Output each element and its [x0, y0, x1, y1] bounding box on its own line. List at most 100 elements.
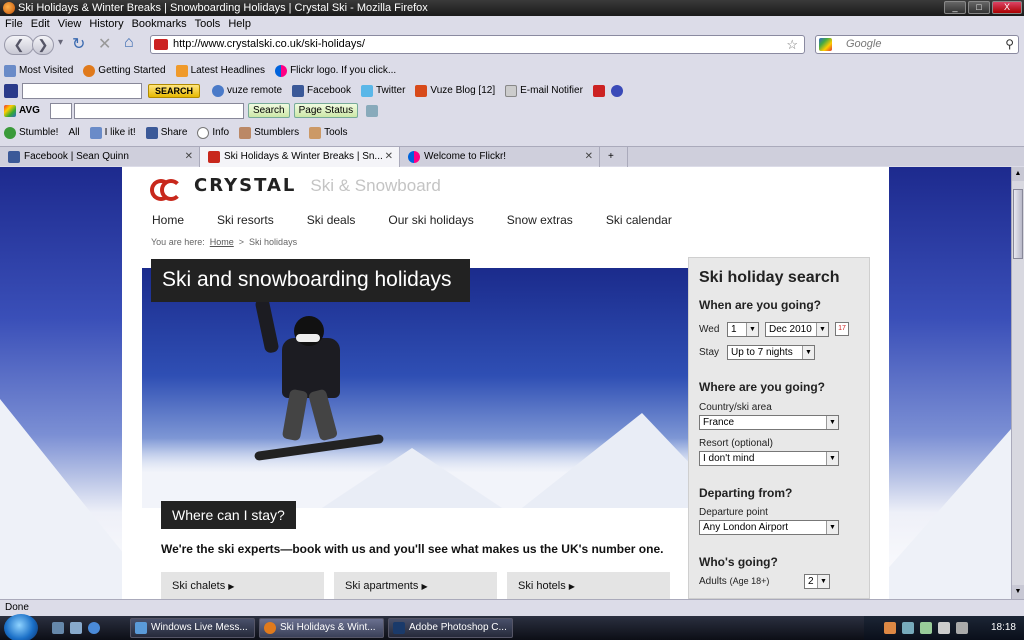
bookmark-latest-headlines[interactable]: Latest Headlines: [175, 64, 265, 77]
menu-history[interactable]: History: [89, 16, 123, 32]
url-bar[interactable]: http://www.crystalski.co.uk/ski-holidays…: [150, 35, 805, 54]
tab-close-icon[interactable]: ✕: [185, 147, 193, 166]
maximize-button[interactable]: □: [968, 1, 990, 14]
tab-facebook[interactable]: Facebook | Sean Quinn ✕: [0, 147, 200, 167]
whos-going-heading: Who's going?: [699, 555, 778, 569]
stay-select[interactable]: Up to 7 nights ▼: [727, 345, 815, 360]
taskbar-photoshop[interactable]: Adobe Photoshop C...: [388, 618, 513, 638]
month-select[interactable]: Dec 2010 ▼: [765, 322, 829, 337]
vuze-blog-button[interactable]: Vuze Blog [12]: [415, 84, 495, 97]
nav-home[interactable]: Home: [152, 213, 184, 227]
history-dropdown-icon[interactable]: ▾: [58, 37, 63, 48]
all-dropdown[interactable]: All: [68, 127, 79, 138]
scroll-up-icon[interactable]: ▲: [1012, 167, 1024, 181]
bookmark-getting-started[interactable]: Getting Started: [83, 64, 166, 77]
main-navigation: Home Ski resorts Ski deals Our ski holid…: [152, 213, 672, 227]
avg-search-engine[interactable]: [49, 102, 72, 119]
info-button[interactable]: Info: [197, 126, 229, 139]
forward-button[interactable]: ❯: [32, 35, 54, 55]
ski-chalets-link[interactable]: Ski chalets ▶: [161, 572, 324, 599]
email-notifier[interactable]: E-mail Notifier: [505, 84, 583, 97]
home-icon[interactable]: ⌂: [124, 34, 134, 52]
toolbar-logo-icon[interactable]: [4, 83, 18, 98]
menu-edit[interactable]: Edit: [31, 16, 50, 32]
menu-bookmarks[interactable]: Bookmarks: [132, 16, 187, 32]
search-box[interactable]: Google ⚲: [815, 35, 1019, 54]
tab-close-icon[interactable]: ✕: [385, 147, 393, 166]
magnifier-icon[interactable]: ⚲: [1005, 36, 1014, 53]
tab-crystal-ski[interactable]: Ski Holidays & Winter Breaks | Sn... ✕: [200, 147, 400, 167]
breadcrumb-home[interactable]: Home: [210, 237, 234, 247]
stumblers-button[interactable]: Stumblers: [239, 126, 299, 139]
vuze-remote[interactable]: vuze remote: [212, 84, 282, 97]
tray-update-icon[interactable]: [920, 622, 932, 634]
avg-search-input[interactable]: [73, 102, 244, 119]
nav-snow-extras[interactable]: Snow extras: [507, 213, 573, 227]
share-button[interactable]: Share: [145, 126, 187, 139]
avg-extra-icon[interactable]: [366, 104, 379, 117]
taskbar-firefox[interactable]: Ski Holidays & Wint...: [259, 618, 384, 638]
resort-select[interactable]: I don't mind ▼: [699, 451, 839, 466]
ski-hotels-link[interactable]: Ski hotels ▶: [507, 572, 670, 599]
menu-help[interactable]: Help: [228, 16, 251, 32]
show-desktop-icon[interactable]: [52, 622, 64, 634]
menu-tools[interactable]: Tools: [195, 16, 221, 32]
stumble-button[interactable]: Stumble!: [4, 126, 58, 139]
reload-icon[interactable]: ↻: [72, 34, 85, 54]
new-tab-button[interactable]: +: [600, 147, 628, 167]
close-button[interactable]: X: [992, 1, 1022, 14]
nav-our-ski-holidays[interactable]: Our ski holidays: [388, 213, 473, 227]
crystal-tab-icon: [208, 151, 220, 163]
avg-button[interactable]: AVG: [4, 104, 40, 117]
country-select[interactable]: France ▼: [699, 415, 839, 430]
internet-explorer-icon[interactable]: [88, 622, 100, 634]
tab-close-icon[interactable]: ✕: [585, 147, 593, 166]
menu-file[interactable]: File: [5, 16, 23, 32]
toolbar-app-icon[interactable]: [592, 84, 605, 97]
tools-dropdown[interactable]: Tools: [309, 126, 347, 139]
tray-app-icon[interactable]: [884, 622, 896, 634]
toolbar-search-button[interactable]: SEARCH: [148, 83, 201, 98]
nav-ski-deals[interactable]: Ski deals: [307, 213, 356, 227]
twitter-button[interactable]: Twitter: [360, 84, 405, 97]
site-logo[interactable]: CRYSTAL Ski & Snowboard: [150, 175, 441, 201]
holiday-search-panel: Ski holiday search When are you going? W…: [688, 257, 870, 599]
calendar-icon[interactable]: 17: [835, 322, 849, 336]
back-button[interactable]: ❮: [4, 35, 34, 55]
day-select[interactable]: 1 ▼: [727, 322, 759, 337]
bookmark-flickr[interactable]: Flickr logo. If you click...: [275, 64, 396, 77]
i-like-it-button[interactable]: I like it!: [89, 126, 136, 139]
experts-tagline: We're the ski experts—book with us and y…: [161, 542, 664, 556]
tray-network-icon[interactable]: [902, 622, 914, 634]
bookmark-most-visited[interactable]: Most Visited: [4, 64, 73, 77]
scroll-thumb[interactable]: [1013, 189, 1023, 259]
facebook-small-icon: [145, 126, 158, 139]
toolbar-search-input[interactable]: [22, 82, 142, 99]
vuze-icon: [415, 84, 428, 97]
adults-select[interactable]: 2 ▼: [804, 574, 830, 589]
ski-apartments-link[interactable]: Ski apartments ▶: [334, 572, 497, 599]
tray-misc-icon[interactable]: [956, 622, 968, 634]
tab-flickr[interactable]: Welcome to Flickr! ✕: [400, 147, 600, 167]
stop-icon[interactable]: ✕: [98, 34, 111, 54]
menu-view[interactable]: View: [58, 16, 82, 32]
bookmark-icon: [4, 64, 16, 77]
switch-windows-icon[interactable]: [70, 622, 82, 634]
thumbs-up-icon: [89, 126, 102, 139]
nav-ski-resorts[interactable]: Ski resorts: [217, 213, 274, 227]
page-status-button[interactable]: Page Status: [293, 103, 359, 118]
volume-icon[interactable]: [938, 622, 950, 634]
start-button[interactable]: [4, 614, 38, 640]
chevron-down-icon: ▼: [817, 575, 829, 588]
departure-select[interactable]: Any London Airport ▼: [699, 520, 839, 535]
bookmark-star-icon[interactable]: ☆: [786, 36, 798, 53]
page-scrollbar[interactable]: ▲ ▼: [1011, 167, 1024, 599]
minimize-button[interactable]: _: [944, 1, 966, 14]
where-can-i-stay-heading: Where can I stay?: [161, 501, 296, 529]
avg-search-button[interactable]: Search: [247, 103, 290, 118]
scroll-down-icon[interactable]: ▼: [1012, 585, 1024, 599]
taskbar-windows-live[interactable]: Windows Live Mess...: [130, 618, 255, 638]
toolbar-alien-icon[interactable]: [610, 84, 623, 97]
nav-ski-calendar[interactable]: Ski calendar: [606, 213, 672, 227]
facebook-button[interactable]: Facebook: [292, 84, 351, 97]
